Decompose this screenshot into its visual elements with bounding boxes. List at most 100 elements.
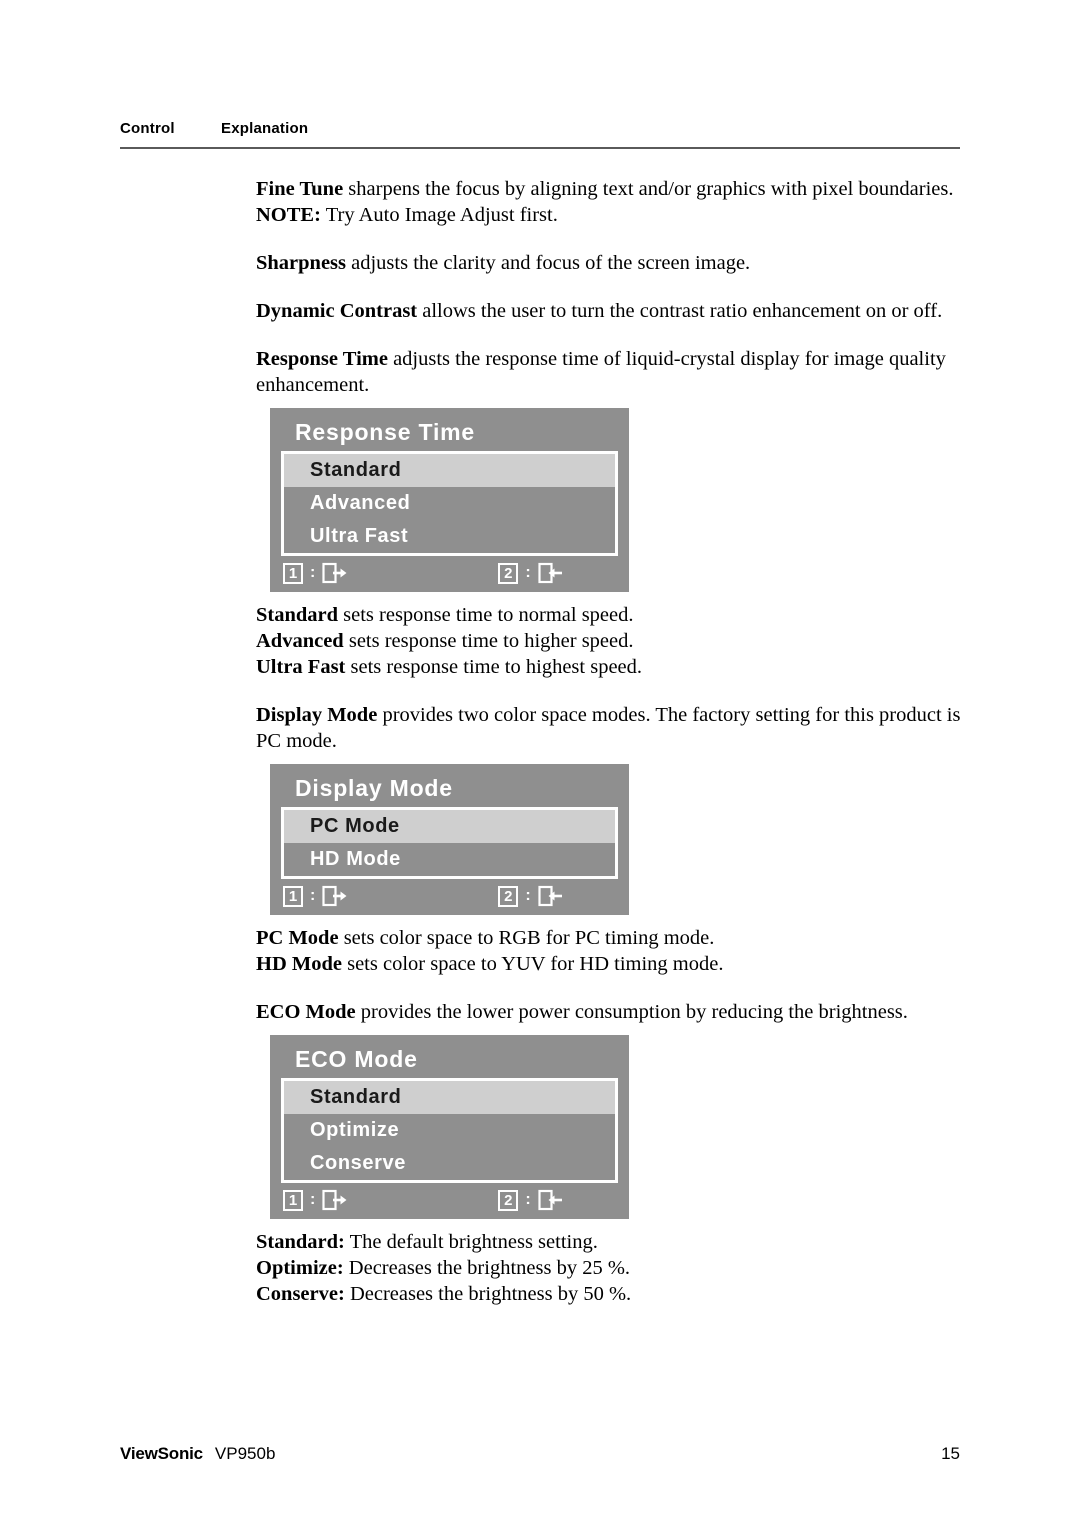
header-divider	[120, 147, 960, 149]
column-header-control: Control	[120, 120, 175, 137]
text-advanced: sets response time to higher speed.	[343, 630, 634, 652]
osd-colon: :	[525, 1191, 531, 1208]
osd-key-2[interactable]: 2	[498, 1189, 519, 1211]
osd-menu-response-time[interactable]: Response Time Standard Advanced Ultra Fa…	[270, 408, 629, 592]
paragraph-sharpness: Sharpness adjusts the clarity and focus …	[256, 250, 966, 276]
explanation-content: Fine Tune sharpens the focus by aligning…	[256, 176, 966, 1307]
paragraph-eco-mode: ECO Mode provides the lower power consum…	[256, 999, 966, 1025]
text-note: Try Auto Image Adjust first.	[320, 204, 558, 226]
osd-title: ECO Mode	[295, 1046, 418, 1072]
osd-option-standard[interactable]: Standard	[284, 454, 615, 487]
osd-option-list[interactable]: PC Mode HD Mode	[281, 807, 618, 879]
term-sharpness: Sharpness	[256, 252, 347, 274]
paragraph-standard: Standard sets response time to normal sp…	[256, 602, 966, 628]
text-eco-optimize: Decreases the brightness by 25 %.	[343, 1257, 631, 1279]
term-fine-tune: Fine Tune	[256, 178, 344, 200]
osd-footer: 1 : 2 :	[281, 879, 618, 908]
osd-title: Display Mode	[295, 775, 453, 801]
column-header-explanation: Explanation	[221, 120, 309, 137]
term-advanced: Advanced	[256, 630, 344, 652]
term-eco-conserve: Conserve:	[256, 1283, 345, 1305]
osd-key-1[interactable]: 1	[283, 562, 303, 584]
page-header: Control Explanation	[120, 120, 960, 149]
osd-key-1[interactable]: 1	[283, 885, 303, 907]
text-fine-tune: sharpens the focus by aligning text and/…	[343, 178, 954, 200]
osd-menu-display-mode[interactable]: Display Mode PC Mode HD Mode 1 : 2 :	[270, 764, 629, 915]
paragraph-fine-tune: Fine Tune sharpens the focus by aligning…	[256, 176, 966, 202]
osd-option-advanced[interactable]: Advanced	[284, 487, 615, 520]
osd-title: Response Time	[295, 419, 475, 445]
paragraph-display-mode: Display Mode provides two color space mo…	[256, 702, 966, 754]
osd-key-2[interactable]: 2	[498, 885, 519, 907]
osd-option-ultra-fast[interactable]: Ultra Fast	[284, 520, 615, 553]
term-display-mode: Display Mode	[256, 704, 378, 726]
osd-option-conserve[interactable]: Conserve	[284, 1147, 615, 1180]
exit-right-icon	[322, 562, 348, 584]
paragraph-eco-optimize: Optimize: Decreases the brightness by 25…	[256, 1255, 966, 1281]
text-eco-conserve: Decreases the brightness by 50 %.	[344, 1283, 632, 1305]
osd-option-pc-mode[interactable]: PC Mode	[284, 810, 615, 843]
paragraph-advanced: Advanced sets response time to higher sp…	[256, 628, 966, 654]
enter-left-icon	[538, 885, 564, 907]
text-eco-standard: The default brightness setting.	[344, 1231, 598, 1253]
osd-footer: 1 : 2 :	[281, 1183, 618, 1212]
osd-footer: 1 : 2 :	[281, 556, 618, 585]
term-dynamic-contrast: Dynamic Contrast	[256, 300, 418, 322]
exit-right-icon	[322, 885, 348, 907]
paragraph-ultra-fast: Ultra Fast sets response time to highest…	[256, 654, 966, 680]
exit-right-icon	[322, 1189, 348, 1211]
paragraph-pc-mode: PC Mode sets color space to RGB for PC t…	[256, 925, 966, 951]
term-pc-mode: PC Mode	[256, 927, 339, 949]
text-dynamic-contrast: allows the user to turn the contrast rat…	[417, 300, 943, 322]
brand-name: ViewSonic	[120, 1444, 203, 1463]
text-sharpness: adjusts the clarity and focus of the scr…	[346, 252, 751, 274]
page-number: 15	[941, 1444, 960, 1463]
osd-colon: :	[310, 887, 316, 904]
page-footer: ViewSonic VP950b 15	[120, 1444, 960, 1464]
term-eco-mode: ECO Mode	[256, 1001, 356, 1023]
text-hd-mode: sets color space to YUV for HD timing mo…	[341, 953, 724, 975]
enter-left-icon	[538, 562, 564, 584]
osd-colon: :	[310, 1191, 316, 1208]
osd-key-1[interactable]: 1	[283, 1189, 303, 1211]
term-response-time: Response Time	[256, 348, 388, 370]
term-hd-mode: HD Mode	[256, 953, 342, 975]
paragraph-note: NOTE: Try Auto Image Adjust first.	[256, 202, 966, 228]
term-note: NOTE:	[256, 204, 321, 226]
paragraph-eco-standard: Standard: The default brightness setting…	[256, 1229, 966, 1255]
osd-colon: :	[310, 564, 316, 581]
osd-key-2[interactable]: 2	[498, 562, 519, 584]
osd-option-list[interactable]: Standard Advanced Ultra Fast	[281, 451, 618, 556]
term-standard: Standard	[256, 604, 339, 626]
model-name: VP950b	[214, 1444, 276, 1463]
osd-colon: :	[525, 564, 531, 581]
paragraph-dynamic-contrast: Dynamic Contrast allows the user to turn…	[256, 298, 966, 324]
text-ultra-fast: sets response time to highest speed.	[345, 656, 643, 678]
term-ultra-fast: Ultra Fast	[256, 656, 346, 678]
paragraph-eco-conserve: Conserve: Decreases the brightness by 50…	[256, 1281, 966, 1307]
osd-colon: :	[525, 887, 531, 904]
osd-option-hd-mode[interactable]: HD Mode	[284, 843, 615, 876]
paragraph-hd-mode: HD Mode sets color space to YUV for HD t…	[256, 951, 966, 977]
osd-option-list[interactable]: Standard Optimize Conserve	[281, 1078, 618, 1183]
text-standard: sets response time to normal speed.	[338, 604, 634, 626]
osd-option-standard[interactable]: Standard	[284, 1081, 615, 1114]
term-eco-standard: Standard:	[256, 1231, 345, 1253]
osd-menu-eco-mode[interactable]: ECO Mode Standard Optimize Conserve 1 : …	[270, 1035, 629, 1219]
osd-option-optimize[interactable]: Optimize	[284, 1114, 615, 1147]
text-pc-mode: sets color space to RGB for PC timing mo…	[338, 927, 715, 949]
term-eco-optimize: Optimize:	[256, 1257, 344, 1279]
paragraph-response-time: Response Time adjusts the response time …	[256, 346, 966, 398]
column-headers: Control Explanation	[120, 120, 960, 137]
